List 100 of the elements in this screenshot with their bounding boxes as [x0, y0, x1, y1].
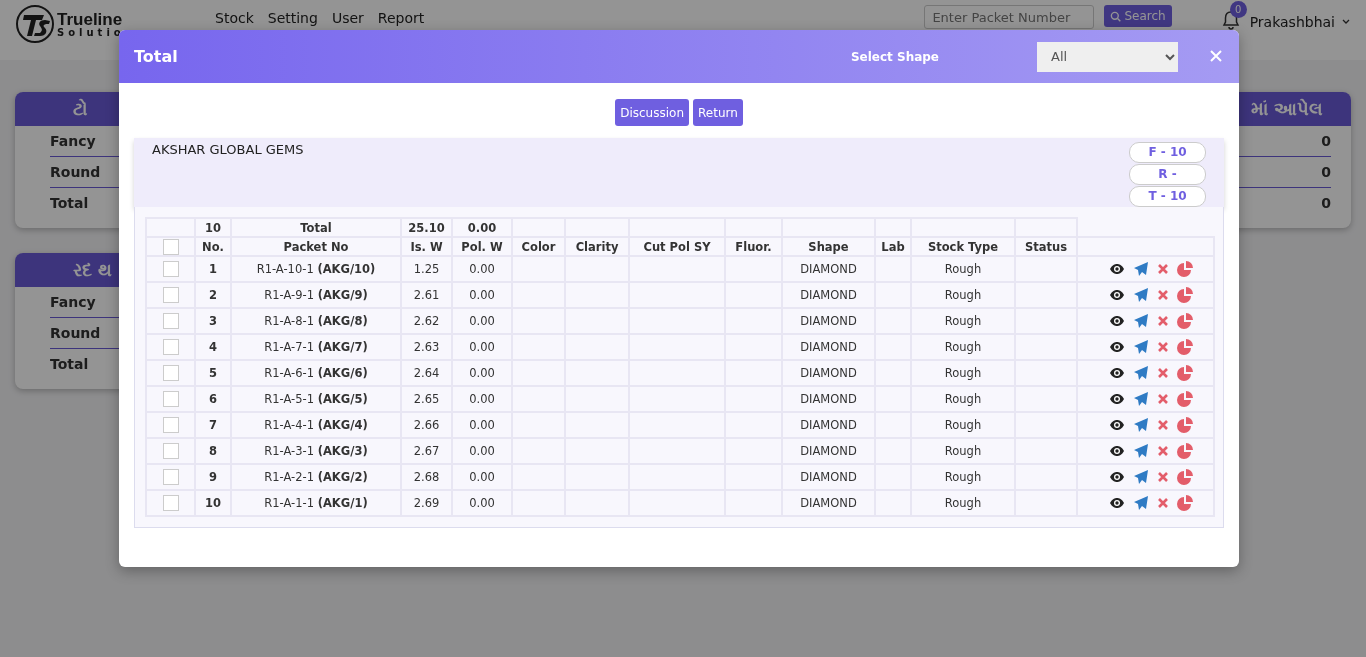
pie-chart-icon[interactable] [1176, 365, 1193, 381]
search-button[interactable]: Search [1104, 5, 1172, 27]
action-button[interactable]: Discussion [615, 99, 689, 126]
x-icon[interactable] [1156, 471, 1169, 483]
table-cell: 1 [195, 256, 231, 282]
x-icon[interactable] [1156, 315, 1169, 327]
paper-plane-icon[interactable] [1132, 443, 1149, 459]
checkbox[interactable] [162, 261, 179, 277]
pie-chart-icon[interactable] [1176, 495, 1193, 511]
column-header: No. [195, 237, 231, 256]
checkbox[interactable] [162, 238, 179, 255]
checkbox[interactable] [162, 443, 179, 459]
pie-chart-icon[interactable] [1176, 391, 1193, 407]
table-cell: DIAMOND [782, 438, 875, 464]
eye-icon[interactable] [1108, 339, 1125, 355]
checkbox[interactable] [162, 365, 179, 381]
table-cell: DIAMOND [782, 412, 875, 438]
table-cell: 0.00 [452, 360, 512, 386]
table-cell: 0.00 [452, 308, 512, 334]
x-icon[interactable] [1156, 497, 1169, 509]
checkbox[interactable] [162, 417, 179, 433]
table-cell: R1-A-5-1 (AKG/5) [231, 386, 401, 412]
eye-icon[interactable] [1108, 417, 1125, 433]
eye-icon[interactable] [1108, 261, 1125, 277]
user-menu[interactable]: Prakashbhai [1249, 14, 1351, 30]
shape-label: Select Shape [850, 49, 939, 64]
table-cell: R1-A-6-1 (AKG/6) [231, 360, 401, 386]
table-cell: 0.00 [452, 218, 512, 237]
table-cell: Rough [911, 438, 1015, 464]
paper-plane-icon[interactable] [1132, 313, 1149, 329]
table-cell: DIAMOND [782, 464, 875, 490]
pie-chart-icon[interactable] [1176, 261, 1193, 277]
checkbox[interactable] [162, 391, 179, 407]
close-button[interactable] [1210, 49, 1224, 64]
table-cell: DIAMOND [782, 360, 875, 386]
eye-icon[interactable] [1108, 365, 1125, 381]
pie-chart-icon[interactable] [1176, 469, 1193, 485]
x-icon[interactable] [1156, 393, 1169, 405]
x-icon[interactable] [1156, 445, 1169, 457]
table-cell: 0.00 [452, 490, 512, 516]
column-header: Packet No [231, 237, 401, 256]
table-cell: 4 [195, 334, 231, 360]
pie-chart-icon[interactable] [1176, 417, 1193, 433]
paper-plane-icon[interactable] [1132, 339, 1149, 355]
x-icon[interactable] [1156, 341, 1169, 353]
checkbox[interactable] [162, 339, 179, 355]
paper-plane-icon[interactable] [1132, 287, 1149, 303]
pie-chart-icon[interactable] [1176, 443, 1193, 459]
paper-plane-icon[interactable] [1132, 261, 1149, 277]
column-header: Pol. W [452, 237, 512, 256]
action-button[interactable]: Return [693, 99, 743, 126]
paper-plane-icon[interactable] [1132, 365, 1149, 381]
count-pill: R - [1129, 164, 1206, 185]
paper-plane-icon[interactable] [1132, 391, 1149, 407]
table-cell: 0.00 [452, 386, 512, 412]
pie-chart-icon[interactable] [1176, 287, 1193, 303]
eye-icon[interactable] [1108, 469, 1125, 485]
table-cell: 10 [195, 218, 231, 237]
eye-icon[interactable] [1108, 443, 1125, 459]
count-pill: T - 10 [1129, 186, 1206, 207]
eye-icon[interactable] [1108, 287, 1125, 303]
menu-item[interactable]: Setting [267, 10, 318, 26]
table-cell: 2.66 [401, 412, 452, 438]
eye-icon[interactable] [1108, 391, 1125, 407]
checkbox[interactable] [162, 469, 179, 485]
table-cell: R1-A-4-1 (AKG/4) [231, 412, 401, 438]
pie-chart-icon[interactable] [1176, 313, 1193, 329]
table-cell: 8 [195, 438, 231, 464]
shape-select[interactable]: All [1037, 41, 1178, 72]
menu-item[interactable]: Stock [215, 10, 254, 26]
table-cell: 2.68 [401, 464, 452, 490]
checkbox[interactable] [162, 495, 179, 511]
table-cell: 2.63 [401, 334, 452, 360]
eye-icon[interactable] [1108, 313, 1125, 329]
table-cell: 2.61 [401, 282, 452, 308]
row-value: 0 [1321, 195, 1331, 211]
search-icon [1110, 10, 1122, 22]
menu-item[interactable]: User [331, 10, 364, 26]
pie-chart-icon[interactable] [1176, 339, 1193, 355]
x-icon[interactable] [1156, 289, 1169, 301]
eye-icon[interactable] [1108, 495, 1125, 511]
x-icon[interactable] [1156, 367, 1169, 379]
table-cell: R1-A-10-1 (AKG/10) [231, 256, 401, 282]
search-field[interactable]: Enter Packet Number [924, 5, 1095, 29]
x-icon[interactable] [1156, 263, 1169, 275]
table-cell: Rough [911, 308, 1015, 334]
modal-title: Total [134, 47, 179, 66]
checkbox[interactable] [162, 313, 179, 329]
table-cell: Rough [911, 464, 1015, 490]
table-cell: R1-A-9-1 (AKG/9) [231, 282, 401, 308]
paper-plane-icon[interactable] [1132, 495, 1149, 511]
column-header: Stock Type [911, 237, 1015, 256]
paper-plane-icon[interactable] [1132, 469, 1149, 485]
column-header: Shape [782, 237, 875, 256]
checkbox[interactable] [162, 287, 179, 303]
table-cell: 7 [195, 412, 231, 438]
menu-item[interactable]: Report [377, 10, 425, 26]
x-icon[interactable] [1156, 419, 1169, 431]
paper-plane-icon[interactable] [1132, 417, 1149, 433]
row-label: Fancy [50, 133, 96, 149]
